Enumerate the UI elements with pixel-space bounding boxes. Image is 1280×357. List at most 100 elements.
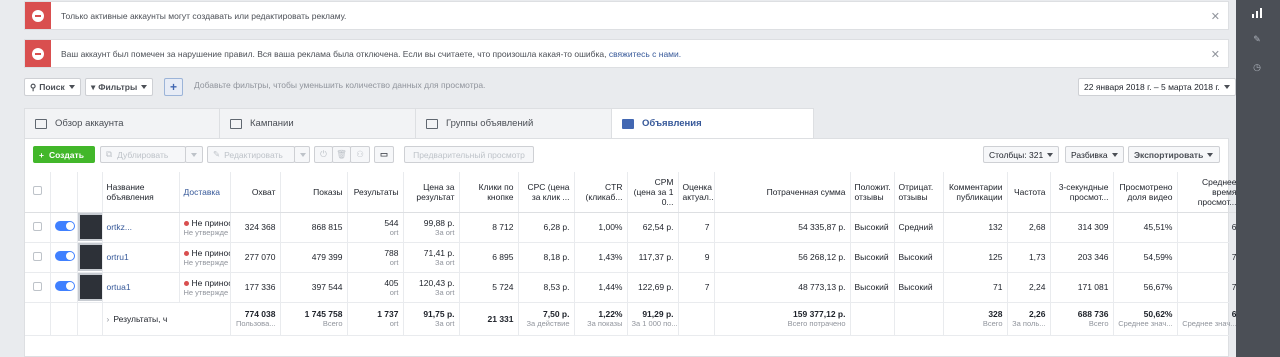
select-all-checkbox[interactable] [25, 172, 51, 213]
ad-toggle[interactable] [50, 242, 78, 273]
ad-name[interactable]: ortua1 [102, 272, 180, 303]
total-cpc: 7,50 р. За действие [518, 301, 575, 336]
cell-positive: Высокий [850, 272, 895, 303]
create-button[interactable]: + Создать [33, 146, 95, 163]
cell-cpm: 122,69 р. [627, 272, 679, 303]
trash-icon: 🗑 [336, 149, 347, 159]
cell-cpc: 8,53 р. [518, 272, 575, 303]
toggle-status-button[interactable]: ⏻ [314, 146, 333, 163]
cell-cost-per-result: 120,43 р. За ort [403, 272, 460, 303]
header-results[interactable]: Результаты [347, 172, 404, 213]
header-post-comments[interactable]: Комментарии публикации [943, 172, 1008, 213]
ad-toggle[interactable] [50, 272, 78, 303]
cell-frequency: 2,68 [1007, 212, 1051, 243]
ad-name[interactable]: ortru1 [102, 242, 180, 273]
date-range-picker[interactable]: 22 января 2018 г. – 5 марта 2018 г. [1078, 78, 1236, 96]
error-icon [25, 2, 51, 29]
alert-text: Только активные аккаунты могут создавать… [61, 10, 347, 21]
filters-button[interactable]: ▾ Фильтры [85, 78, 154, 96]
clock-icon[interactable]: ◷ [1246, 56, 1268, 78]
bar-chart-icon[interactable] [1246, 2, 1268, 24]
table-row: ortua1 Не приносиНе утвержде 177 336 397… [25, 272, 1258, 303]
cell-clicks: 5 724 [459, 272, 519, 303]
header-video-percent[interactable]: Просмотрено доля видео [1113, 172, 1178, 213]
cell-impressions: 868 815 [280, 212, 348, 243]
cell-frequency: 2,24 [1007, 272, 1051, 303]
cell-cost-per-result: 99,88 р. За ort [403, 212, 460, 243]
status-dot-icon [183, 250, 189, 256]
header-negative-feedback[interactable]: Отрицат. отзывы [894, 172, 944, 213]
cell-video-percent: 45,51% [1113, 212, 1178, 243]
cell-avg-time: 7 [1177, 272, 1242, 303]
people-icon: ⚇ [356, 149, 364, 159]
total-3s-views: 688 736 Всего [1050, 301, 1114, 336]
ads-table: Название объявления Доставка Охват Показ… [25, 172, 1258, 336]
add-filter-button[interactable]: + [164, 78, 183, 96]
cell-cpc: 8,18 р. [518, 242, 575, 273]
contact-us-link[interactable]: свяжитесь с нами. [609, 49, 681, 59]
cell-empty [50, 301, 78, 336]
cell-negative: Высокий [894, 242, 944, 273]
grid-icon [426, 118, 438, 129]
header-cpc[interactable]: CPC (цена за клик ... [518, 172, 575, 213]
header-button-clicks[interactable]: Клики по кнопке [459, 172, 519, 213]
header-3s-views[interactable]: 3-секундные просмот... [1050, 172, 1114, 213]
row-checkbox[interactable] [25, 272, 51, 303]
close-icon[interactable]: ✕ [1211, 48, 1220, 61]
header-avg-watch-time[interactable]: Среднее время просмот... [1177, 172, 1242, 213]
duplicate-dropdown[interactable] [185, 146, 203, 163]
tab-account-overview[interactable]: Обзор аккаунта [24, 108, 220, 138]
header-reach[interactable]: Охват [230, 172, 281, 213]
pencil-icon[interactable]: ✎ [1246, 28, 1268, 50]
tab-ad-sets[interactable]: Группы объявлений [415, 108, 612, 138]
total-cost-per-result: 91,75 р. За ort [403, 301, 460, 336]
report-button[interactable]: ▭ [374, 146, 394, 163]
tab-campaigns[interactable]: Кампании [219, 108, 416, 138]
cell-spent: 48 773,13 р. [714, 272, 851, 303]
header-frequency[interactable]: Частота [1007, 172, 1051, 213]
close-icon[interactable]: ✕ [1211, 10, 1220, 23]
ad-thumbnail [77, 242, 103, 273]
audience-button[interactable]: ⚇ [350, 146, 370, 163]
totals-label[interactable]: › Результаты, ч [102, 301, 231, 336]
header-impressions[interactable]: Показы [280, 172, 348, 213]
cell-results: 788 ort [347, 242, 404, 273]
edit-dropdown[interactable] [294, 146, 310, 163]
ad-name[interactable]: ortkz... [102, 212, 180, 243]
header-relevance[interactable]: Оценка актуал... [678, 172, 715, 213]
export-dropdown[interactable]: Экспортировать [1128, 146, 1220, 163]
breakdown-dropdown[interactable]: Разбивка [1065, 146, 1124, 163]
ads-manager-main: Только активные аккаунты могут создавать… [0, 0, 1258, 357]
header-ctr[interactable]: CTR (кликаб... [574, 172, 628, 213]
cell-clicks: 6 895 [459, 242, 519, 273]
delete-button[interactable]: 🗑 [332, 146, 351, 163]
header-delivery[interactable]: Доставка [179, 172, 231, 213]
columns-dropdown[interactable]: Столбцы: 321 [983, 146, 1060, 163]
total-clicks: 21 331 [459, 301, 519, 336]
edit-button[interactable]: ✎ Редактировать [207, 146, 295, 163]
account-overview-icon [35, 118, 47, 129]
cell-empty [25, 301, 51, 336]
header-amount-spent[interactable]: Потраченная сумма [714, 172, 851, 213]
cell-impressions: 479 399 [280, 242, 348, 273]
duplicate-button[interactable]: ⧉ Дублировать [100, 146, 186, 163]
cell-ctr: 1,00% [574, 212, 628, 243]
table-header-row: Название объявления Доставка Охват Показ… [25, 172, 1258, 213]
cell-negative: Высокий [894, 272, 944, 303]
tab-ads[interactable]: Объявления [611, 108, 814, 138]
total-video-percent: 50,62% Среднее знач... [1113, 301, 1178, 336]
row-checkbox[interactable] [25, 242, 51, 273]
header-cost-per-result[interactable]: Цена за результат [403, 172, 460, 213]
preview-button[interactable]: Предварительный просмотр [404, 146, 534, 163]
header-ad-name[interactable]: Название объявления [102, 172, 180, 213]
ad-toggle[interactable] [50, 212, 78, 243]
row-checkbox[interactable] [25, 212, 51, 243]
cell-video-percent: 54,59% [1113, 242, 1178, 273]
header-positive-feedback[interactable]: Положит. отзывы [850, 172, 895, 213]
header-cpm[interactable]: CPM (цена за 1 0... [627, 172, 679, 213]
cell-clicks: 8 712 [459, 212, 519, 243]
delivery-status: Не приносиНе утвержде [179, 242, 231, 273]
table-row: ortkz... Не приносиНе утвержде 324 368 8… [25, 212, 1258, 243]
search-button[interactable]: ⚲ Поиск [24, 78, 81, 96]
cell-3s-views: 203 346 [1050, 242, 1114, 273]
